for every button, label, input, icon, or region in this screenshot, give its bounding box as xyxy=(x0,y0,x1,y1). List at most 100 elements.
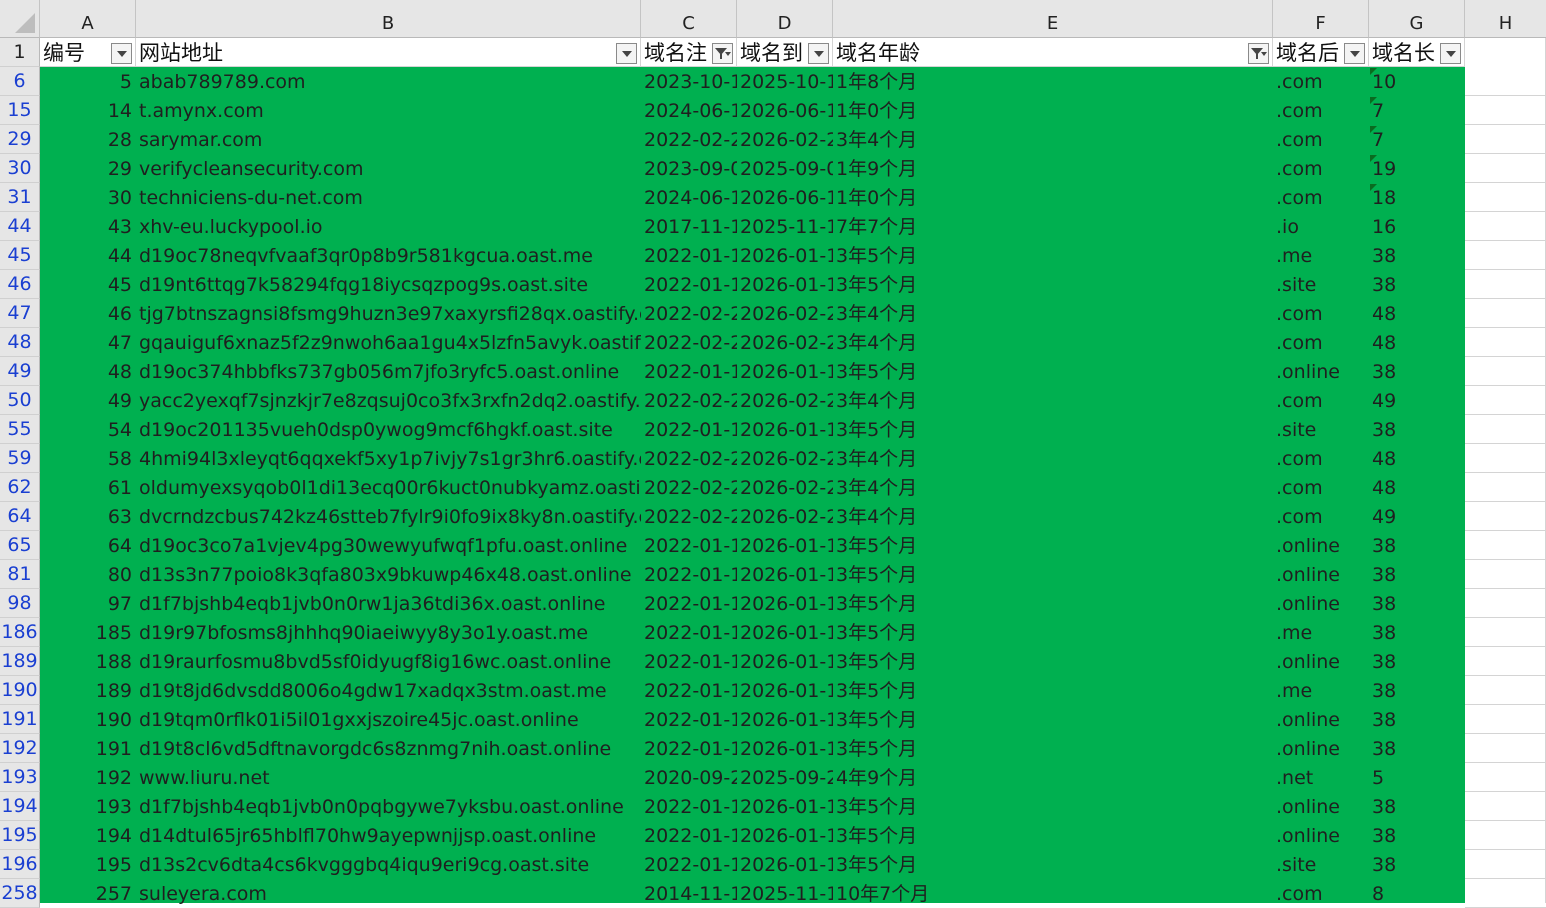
cell-id[interactable]: 194 xyxy=(40,821,136,850)
cell-age[interactable]: 3年5个月 xyxy=(833,850,1273,879)
column-header-f[interactable]: F xyxy=(1273,0,1369,38)
row-header[interactable]: 59 xyxy=(0,444,40,473)
cell-id[interactable]: 14 xyxy=(40,96,136,125)
row-header[interactable]: 55 xyxy=(0,415,40,444)
filter-dropdown-d[interactable] xyxy=(808,43,829,64)
cell-reg-date[interactable]: 2017-11-1 xyxy=(641,212,737,241)
cell-exp-date[interactable]: 2026-01-1 xyxy=(737,531,833,560)
cell-url[interactable]: gqauiguf6xnaz5f2z9nwoh6aa1gu4x5lzfn5avyk… xyxy=(136,328,641,357)
cell-age[interactable]: 3年5个月 xyxy=(833,357,1273,386)
cell-url[interactable]: xhv-eu.luckypool.io xyxy=(136,212,641,241)
cell-exp-date[interactable]: 2026-01-1 xyxy=(737,821,833,850)
cell-exp-date[interactable]: 2025-11-1 xyxy=(737,879,833,908)
cell-url[interactable]: d19raurfosmu8bvd5sf0idyugf8ig16wc.oast.o… xyxy=(136,647,641,676)
row-header[interactable]: 30 xyxy=(0,154,40,183)
row-header[interactable]: 189 xyxy=(0,647,40,676)
cell-reg-date[interactable]: 2022-01-1 xyxy=(641,415,737,444)
cell-reg-date[interactable]: 2022-02-2 xyxy=(641,328,737,357)
row-header[interactable]: 45 xyxy=(0,241,40,270)
cell-reg-date[interactable]: 2022-01-1 xyxy=(641,531,737,560)
cell-reg-date[interactable]: 2020-09-2 xyxy=(641,763,737,792)
column-header-h[interactable]: H xyxy=(1465,0,1546,38)
row-header[interactable]: 258 xyxy=(0,879,40,908)
cell-age[interactable]: 3年5个月 xyxy=(833,821,1273,850)
cell-length[interactable]: 38 xyxy=(1369,357,1465,386)
cell-length[interactable]: 48 xyxy=(1369,444,1465,473)
cell-age[interactable]: 3年4个月 xyxy=(833,328,1273,357)
row-header[interactable]: 65 xyxy=(0,531,40,560)
filter-dropdown-a[interactable] xyxy=(111,43,132,64)
cell-suffix[interactable]: .me xyxy=(1273,676,1369,705)
cell-length[interactable]: 38 xyxy=(1369,270,1465,299)
cell-exp-date[interactable]: 2025-09-2 xyxy=(737,763,833,792)
cell-age[interactable]: 3年5个月 xyxy=(833,241,1273,270)
cell-suffix[interactable]: .site xyxy=(1273,850,1369,879)
cell-exp-date[interactable]: 2026-01-1 xyxy=(737,850,833,879)
cell-exp-date[interactable]: 2026-01-1 xyxy=(737,676,833,705)
cell-suffix[interactable]: .site xyxy=(1273,270,1369,299)
cell-url[interactable]: d13s3n77poio8k3qfa803x9bkuwp46x48.oast.o… xyxy=(136,560,641,589)
cell-age[interactable]: 3年4个月 xyxy=(833,473,1273,502)
spreadsheet[interactable]: A B C D E F G H 1 编号 网站地址 域名注 域名到 域名年龄 域… xyxy=(0,0,1546,908)
cell-id[interactable]: 97 xyxy=(40,589,136,618)
cell-id[interactable]: 45 xyxy=(40,270,136,299)
header-cell-age[interactable]: 域名年龄 xyxy=(833,38,1273,67)
cell-age[interactable]: 10年7个月 xyxy=(833,879,1273,908)
cell-url[interactable]: t.amynx.com xyxy=(136,96,641,125)
cell-url[interactable]: d19oc201135vueh0dsp0ywog9mcf6hgkf.oast.s… xyxy=(136,415,641,444)
cell-length[interactable]: 38 xyxy=(1369,850,1465,879)
cell-age[interactable]: 3年5个月 xyxy=(833,531,1273,560)
cell-age[interactable]: 3年5个月 xyxy=(833,647,1273,676)
cell-length[interactable]: 38 xyxy=(1369,618,1465,647)
cell-exp-date[interactable]: 2025-09-0 xyxy=(737,154,833,183)
cell-suffix[interactable]: .net xyxy=(1273,763,1369,792)
cell-suffix[interactable]: .online xyxy=(1273,589,1369,618)
cell-length[interactable]: 19 xyxy=(1369,154,1465,183)
cell-url[interactable]: d1f7bjshb4eqb1jvb0n0rw1ja36tdi36x.oast.o… xyxy=(136,589,641,618)
cell-reg-date[interactable]: 2022-01-1 xyxy=(641,792,737,821)
cell-length[interactable]: 38 xyxy=(1369,734,1465,763)
cell-suffix[interactable]: .com xyxy=(1273,879,1369,908)
row-header[interactable]: 62 xyxy=(0,473,40,502)
cell-age[interactable]: 7年7个月 xyxy=(833,212,1273,241)
cell-exp-date[interactable]: 2026-01-1 xyxy=(737,792,833,821)
cell-age[interactable]: 3年5个月 xyxy=(833,792,1273,821)
cell-age[interactable]: 3年5个月 xyxy=(833,270,1273,299)
row-header[interactable]: 190 xyxy=(0,676,40,705)
cell-reg-date[interactable]: 2022-02-2 xyxy=(641,125,737,154)
cell-reg-date[interactable]: 2022-02-2 xyxy=(641,502,737,531)
cell-reg-date[interactable]: 2022-01-1 xyxy=(641,618,737,647)
cell-suffix[interactable]: .online xyxy=(1273,560,1369,589)
row-header[interactable]: 15 xyxy=(0,96,40,125)
filter-dropdown-e-active[interactable] xyxy=(1248,43,1269,64)
row-header[interactable]: 47 xyxy=(0,299,40,328)
cell-url[interactable]: abab789789.com xyxy=(136,67,641,96)
cell-suffix[interactable]: .me xyxy=(1273,241,1369,270)
cell-exp-date[interactable]: 2026-01-1 xyxy=(737,734,833,763)
cell-suffix[interactable]: .com xyxy=(1273,125,1369,154)
cell-url[interactable]: techniciens-du-net.com xyxy=(136,183,641,212)
cell-reg-date[interactable]: 2022-02-2 xyxy=(641,473,737,502)
cell-reg-date[interactable]: 2014-11-1 xyxy=(641,879,737,908)
row-header[interactable]: 64 xyxy=(0,502,40,531)
cell-reg-date[interactable]: 2022-01-1 xyxy=(641,241,737,270)
cell-id[interactable]: 64 xyxy=(40,531,136,560)
filter-dropdown-b[interactable] xyxy=(616,43,637,64)
cell-url[interactable]: 4hmi94l3xleyqt6qqxekf5xy1p7ivjy7s1gr3hr6… xyxy=(136,444,641,473)
row-header[interactable]: 194 xyxy=(0,792,40,821)
header-cell-url[interactable]: 网站地址 xyxy=(136,38,641,67)
cell-exp-date[interactable]: 2026-01-1 xyxy=(737,560,833,589)
cell-reg-date[interactable]: 2022-01-1 xyxy=(641,647,737,676)
cell-age[interactable]: 3年4个月 xyxy=(833,386,1273,415)
cell-id[interactable]: 54 xyxy=(40,415,136,444)
cell-url[interactable]: d19nt6ttqg7k58294fqg18iycsqzpog9s.oast.s… xyxy=(136,270,641,299)
cell-id[interactable]: 44 xyxy=(40,241,136,270)
cell-age[interactable]: 3年4个月 xyxy=(833,125,1273,154)
cell-length[interactable]: 48 xyxy=(1369,473,1465,502)
cell-suffix[interactable]: .online xyxy=(1273,647,1369,676)
cell-id[interactable]: 80 xyxy=(40,560,136,589)
cell-age[interactable]: 3年4个月 xyxy=(833,502,1273,531)
row-header[interactable]: 46 xyxy=(0,270,40,299)
cell-length[interactable]: 7 xyxy=(1369,125,1465,154)
cell-reg-date[interactable]: 2022-02-2 xyxy=(641,444,737,473)
